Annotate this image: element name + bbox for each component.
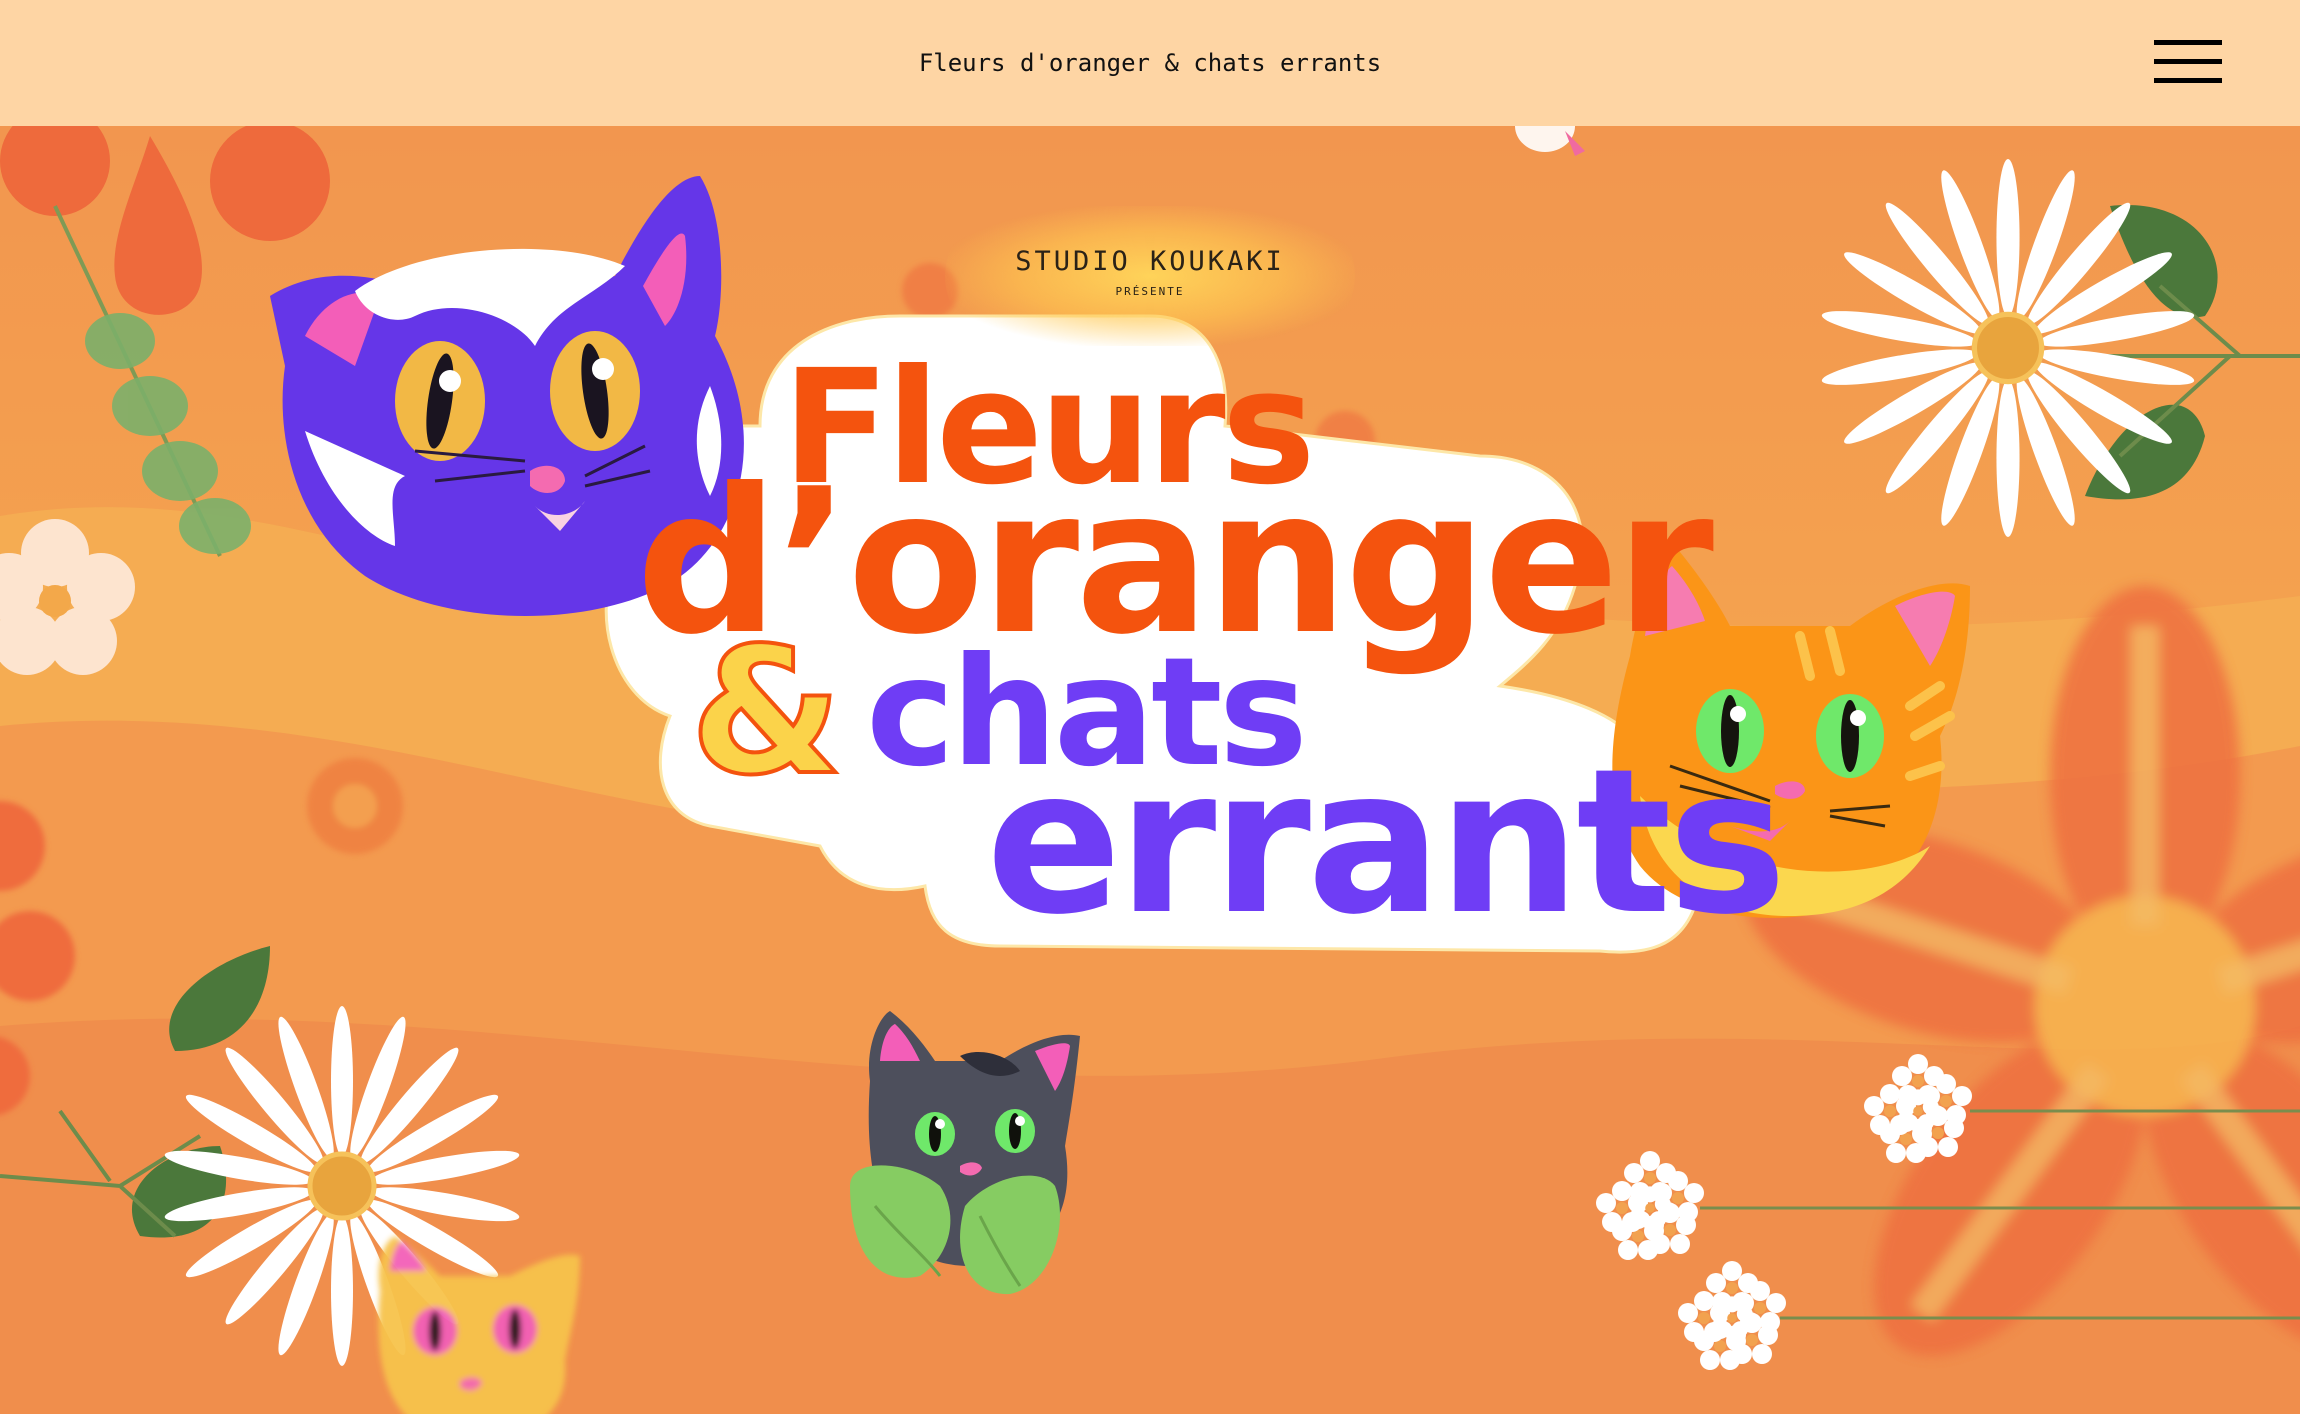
site-header: Fleurs d'oranger & chats errants [0, 0, 2300, 126]
hero-banner: STUDIO KOUKAKI PRÉSENTE Fleurs d’oranger… [0, 126, 2300, 1414]
hamburger-menu-icon [2154, 40, 2222, 45]
title-line-errants: errants [986, 726, 1787, 959]
site-title: Fleurs d'oranger & chats errants [918, 49, 1382, 77]
hero-title: Fleurs d’oranger & chats errants [0, 126, 2300, 1414]
hamburger-menu-button[interactable] [2154, 40, 2222, 84]
title-ampersand: & [688, 609, 845, 816]
